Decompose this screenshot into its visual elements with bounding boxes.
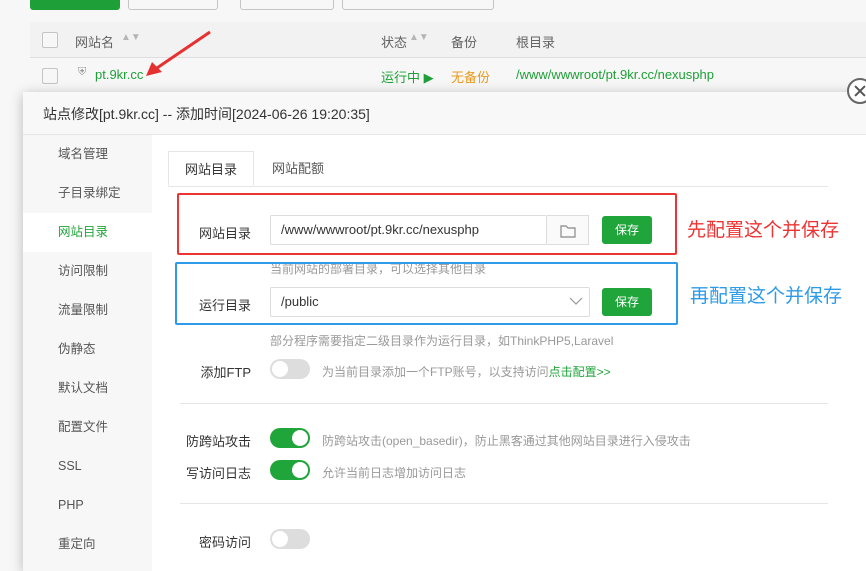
sidebar-item-config[interactable]: 配置文件 [23, 408, 152, 447]
tab-site-quota[interactable]: 网站配额 [258, 151, 338, 186]
sidebar-item-php[interactable]: PHP [23, 486, 152, 525]
ftp-config-link[interactable]: 点击配置>> [549, 365, 611, 379]
blue-annotation: 再配置这个并保存 [690, 286, 843, 307]
sidebar-item-ssl[interactable]: SSL [23, 447, 152, 486]
cross-site-label: 防跨站攻击 [185, 434, 251, 449]
sidebar-item-access-limit[interactable]: 访问限制 [23, 252, 152, 291]
ftp-toggle[interactable] [270, 359, 310, 379]
close-icon[interactable] [847, 78, 866, 104]
ftp-hint: 为当前目录添加一个FTP账号，以支持访问点击配置>> [322, 365, 611, 379]
password-toggle[interactable] [270, 529, 310, 549]
password-label: 密码访问 [198, 535, 251, 550]
tab-bar: 网站目录 网站配额 [168, 151, 828, 187]
access-log-label: 写访问日志 [185, 466, 251, 481]
divider [180, 503, 828, 504]
modal-sidebar: 域名管理 子目录绑定 网站目录 访问限制 流量限制 伪静态 默认文档 配置文件 … [23, 135, 152, 571]
modal-title: 站点修改[pt.9kr.cc] -- 添加时间[2024-06-26 19:20… [43, 106, 370, 122]
sidebar-item-redirect[interactable]: 重定向 [23, 525, 152, 564]
tab-site-dir[interactable]: 网站目录 [168, 151, 254, 186]
access-log-toggle[interactable] [270, 460, 310, 480]
access-log-hint: 允许当前日志增加访问日志 [322, 466, 467, 480]
red-highlight-box [177, 193, 677, 255]
sidebar-item-default-doc[interactable]: 默认文档 [23, 369, 152, 408]
blue-highlight-box [175, 262, 678, 325]
sidebar-item-site-dir[interactable]: 网站目录 [23, 213, 152, 252]
cross-site-toggle[interactable] [270, 428, 310, 448]
sidebar-item-rewrite[interactable]: 伪静态 [23, 330, 152, 369]
red-annotation: 先配置这个并保存 [687, 220, 840, 241]
cross-site-hint: 防跨站攻击(open_basedir)，防止黑客通过其他网站目录进行入侵攻击 [322, 434, 691, 448]
sidebar-item-domain[interactable]: 域名管理 [23, 135, 152, 174]
run-dir-hint: 部分程序需要指定二级目录作为运行目录，如ThinkPHP5,Laravel [270, 334, 614, 348]
modal-titlebar: 站点修改[pt.9kr.cc] -- 添加时间[2024-06-26 19:20… [23, 92, 866, 135]
ftp-label: 添加FTP [200, 365, 251, 380]
sidebar-item-subdir[interactable]: 子目录绑定 [23, 174, 152, 213]
divider [180, 403, 828, 404]
sidebar-item-traffic-limit[interactable]: 流量限制 [23, 291, 152, 330]
